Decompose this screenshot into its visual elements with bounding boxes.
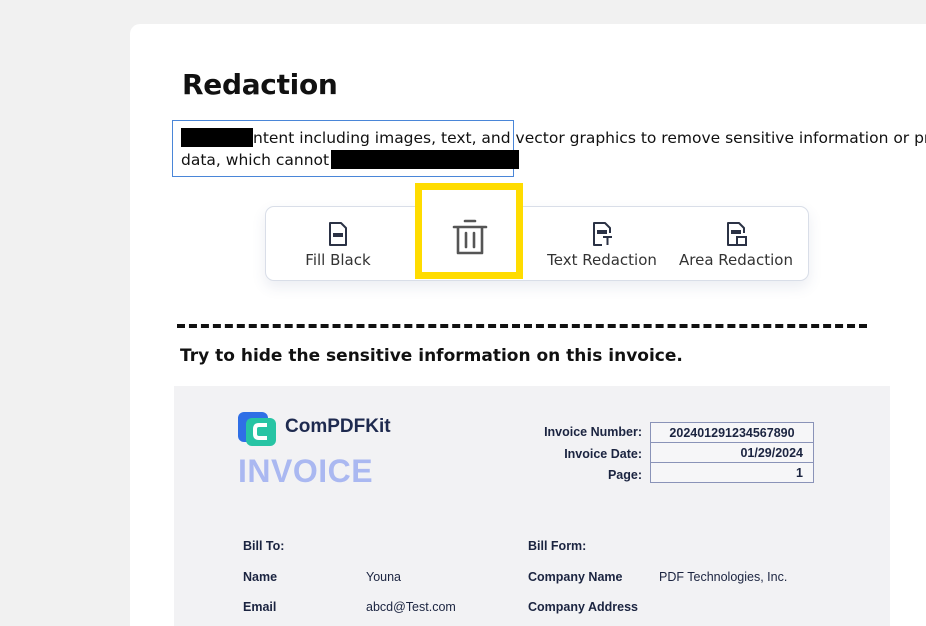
invoice-number-label: Invoice Number: (544, 425, 642, 439)
company-name-label: Company Name (528, 570, 623, 584)
page-value: 1 (650, 462, 814, 483)
bill-to-heading: Bill To: (243, 539, 285, 553)
area-redaction-button[interactable]: Area Redaction (672, 207, 800, 282)
name-value: Youna (366, 570, 401, 584)
fill-black-icon (329, 221, 347, 246)
invoice-instructions: Try to hide the sensitive information on… (180, 346, 683, 366)
delete-button-highlight[interactable] (415, 183, 523, 279)
redaction-block[interactable] (331, 150, 520, 169)
fill-black-button[interactable]: Fill Black (266, 207, 410, 282)
paragraph-line-1: ntent including images, text, and vector… (181, 127, 926, 149)
trash-icon (452, 219, 488, 255)
company-name-value: PDF Technologies, Inc. (659, 570, 788, 584)
redaction-block[interactable] (181, 128, 253, 147)
invoice-date-value: 01/29/2024 (650, 442, 814, 463)
area-redaction-label: Area Redaction (679, 250, 793, 269)
invoice-heading: INVOICE (238, 453, 374, 489)
paragraph-line-2: data, which cannot (181, 149, 926, 171)
redaction-toolbar: Fill Black Text Redaction Area Redaction (265, 206, 809, 281)
company-address-label: Company Address (528, 600, 638, 614)
area-redaction-icon (727, 221, 747, 246)
paragraph-line-1-text: ntent including images, text, and vector… (253, 129, 926, 147)
text-redaction-icon (593, 221, 612, 246)
paragraph-line-2-text: data, which cannot (181, 151, 330, 169)
bill-from-heading: Bill Form: (528, 539, 587, 553)
text-redaction-button[interactable]: Text Redaction (532, 207, 672, 282)
dashed-divider (177, 324, 867, 328)
email-value: abcd@Test.com (366, 600, 456, 614)
invoice-number-value: 202401291234567890 (650, 422, 814, 443)
invoice-meta-table: 202401291234567890 01/29/2024 1 (650, 422, 814, 483)
text-redaction-label: Text Redaction (547, 250, 657, 269)
compdfkit-logo-icon (238, 412, 276, 446)
name-label: Name (243, 570, 278, 584)
description-paragraph[interactable]: ntent including images, text, and vector… (181, 127, 926, 171)
document-page: Redaction ntent including images, text, … (130, 24, 926, 626)
page-label: Page: (607, 468, 642, 482)
email-label: Email (243, 600, 277, 614)
invoice-document: ComPDFKit INVOICE Invoice Number: Invoic… (174, 386, 890, 626)
invoice-date-label: Invoice Date: (564, 447, 642, 461)
fill-black-label: Fill Black (305, 250, 371, 269)
page-title: Redaction (182, 68, 338, 101)
brand-name: ComPDFKit (285, 416, 391, 437)
